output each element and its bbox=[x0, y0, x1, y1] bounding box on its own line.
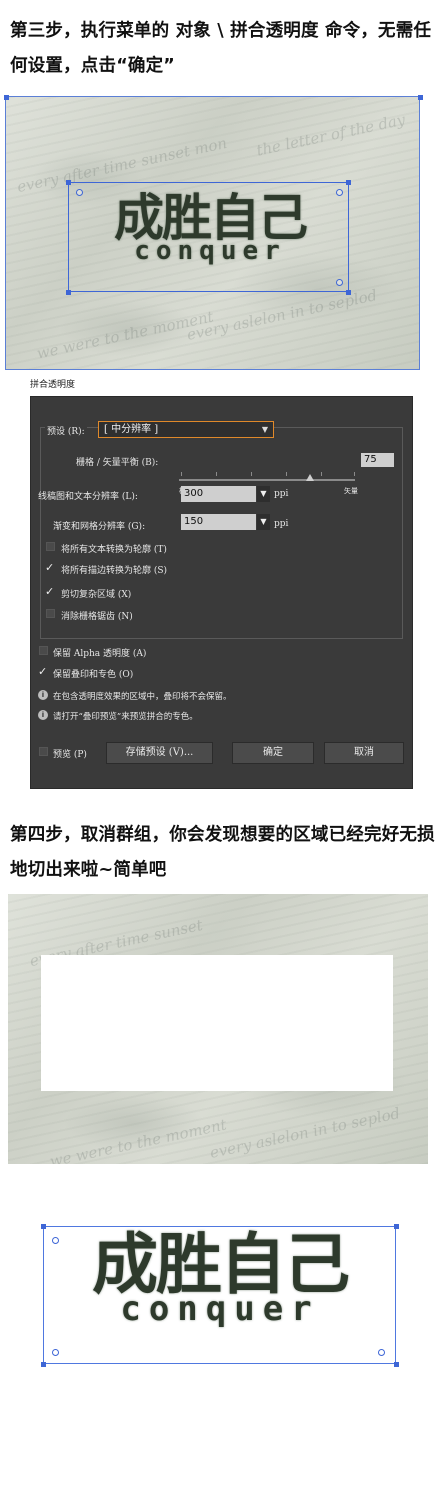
cancel-button[interactable]: 取消 bbox=[324, 742, 404, 764]
slider-right-label: 矢量 bbox=[344, 487, 358, 495]
chevron-down-icon: ▼ bbox=[261, 425, 268, 434]
preserve-overprint-label: 保留叠印和专色 (O) bbox=[53, 670, 134, 680]
info-text-2: 请打开“叠印预览”来预览拼合的专色。 bbox=[53, 712, 198, 722]
raster-vector-input[interactable]: 75 bbox=[361, 453, 394, 467]
slider-tick bbox=[251, 472, 252, 476]
preview-label: 预览 (P) bbox=[53, 750, 87, 760]
check-icon[interactable]: ✓ bbox=[38, 665, 47, 678]
resize-handle[interactable] bbox=[41, 1224, 46, 1229]
option-label: 剪切复杂区域 (X) bbox=[61, 590, 132, 600]
resize-handle[interactable] bbox=[346, 290, 351, 295]
slider-tick bbox=[354, 472, 355, 476]
preserve-alpha-label: 保留 Alpha 透明度 (A) bbox=[53, 649, 147, 659]
logo-artwork: 成胜自己 conquer bbox=[75, 190, 345, 264]
slider-tick bbox=[286, 472, 287, 476]
resize-handle[interactable] bbox=[394, 1224, 399, 1229]
save-preset-button[interactable]: 存储预设 (V)... bbox=[106, 742, 213, 764]
option-label: 将所有文本转换为轮廓 (T) bbox=[61, 545, 167, 555]
gradient-resolution-input[interactable]: 150 bbox=[181, 514, 256, 530]
slider-tick bbox=[181, 472, 182, 476]
info-icon: i bbox=[38, 710, 48, 720]
corner-widget-icon[interactable] bbox=[378, 1349, 385, 1356]
logo-artwork: 成胜自己 conquer bbox=[50, 1228, 390, 1327]
corner-widget-icon[interactable] bbox=[336, 279, 343, 286]
option-label: 将所有描边转换为轮廓 (S) bbox=[61, 566, 168, 576]
check-icon[interactable]: ✓ bbox=[45, 561, 54, 574]
preserve-alpha-checkbox[interactable] bbox=[39, 646, 48, 655]
resize-handle[interactable] bbox=[394, 1362, 399, 1367]
info-text-1: 在包含透明度效果的区域中，叠印将不会保留。 bbox=[53, 692, 232, 702]
flatten-transparency-dialog: 预设 (R): [ 中分辨率 ] ▼ 栅格 / 矢量平衡 (B): 75 栅格 … bbox=[30, 396, 413, 789]
dialog-title: 拼合透明度 bbox=[30, 380, 76, 390]
anti-alias-checkbox[interactable] bbox=[46, 609, 55, 618]
cut-out-area bbox=[41, 955, 393, 1091]
corner-widget-icon[interactable] bbox=[52, 1349, 59, 1356]
slider-tick bbox=[321, 472, 322, 476]
gradient-label: 渐变和网格分辨率 (G): bbox=[53, 522, 146, 532]
line-art-label: 线稿图和文本分辨率 (L): bbox=[38, 492, 138, 502]
resize-handle[interactable] bbox=[346, 180, 351, 185]
raster-vector-label: 栅格 / 矢量平衡 (B): bbox=[76, 458, 159, 468]
convert-text-checkbox[interactable] bbox=[46, 542, 55, 551]
raster-vector-slider[interactable] bbox=[179, 479, 355, 481]
resize-handle[interactable] bbox=[418, 95, 423, 100]
preview-checkbox[interactable] bbox=[39, 747, 48, 756]
resize-handle[interactable] bbox=[4, 95, 9, 100]
line-art-resolution-input[interactable]: 300 bbox=[181, 486, 256, 502]
slider-tick bbox=[216, 472, 217, 476]
preset-value: [ 中分辨率 ] bbox=[104, 424, 159, 435]
resize-handle[interactable] bbox=[41, 1362, 46, 1367]
line-art-unit: ppi bbox=[274, 489, 289, 499]
resize-handle[interactable] bbox=[66, 290, 71, 295]
step3-instruction: 第三步，执行菜单的 对象 \ 拼合透明度 命令，无需任何设置，点击“确定” bbox=[10, 21, 432, 76]
chevron-down-icon[interactable]: ▼ bbox=[257, 514, 270, 530]
preset-label: 预设 (R): bbox=[45, 424, 87, 437]
slider-thumb[interactable] bbox=[306, 474, 314, 481]
check-icon[interactable]: ✓ bbox=[45, 585, 54, 598]
resize-handle[interactable] bbox=[66, 180, 71, 185]
ok-button[interactable]: 确定 bbox=[232, 742, 314, 764]
chevron-down-icon[interactable]: ▼ bbox=[257, 486, 270, 502]
step4-instruction: 第四步，取消群组，你会发现想要的区域已经完好无损地切出来啦~简单吧 bbox=[10, 825, 435, 880]
option-label: 消除栅格锯齿 (N) bbox=[61, 612, 133, 622]
gradient-unit: ppi bbox=[274, 519, 289, 529]
preset-select[interactable]: [ 中分辨率 ] ▼ bbox=[98, 421, 274, 438]
info-icon: i bbox=[38, 690, 48, 700]
